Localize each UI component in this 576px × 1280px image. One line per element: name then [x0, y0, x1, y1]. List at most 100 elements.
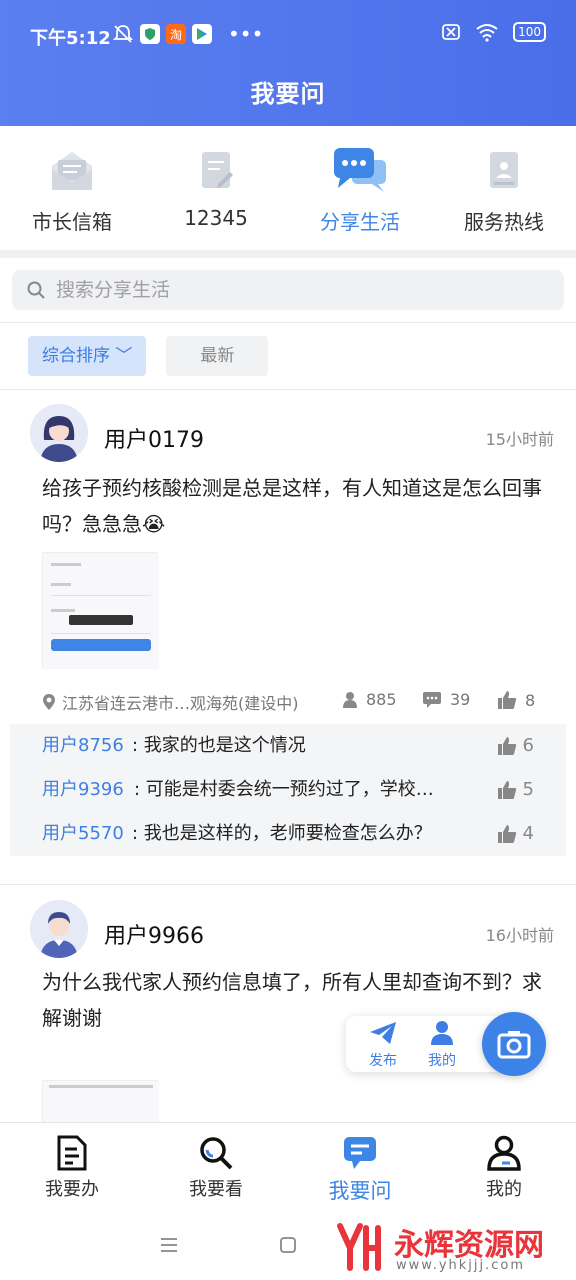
comment-username[interactable]: 用户5570 [42, 812, 124, 856]
post-image[interactable] [42, 552, 159, 669]
mute-bell-icon [112, 25, 134, 43]
comment-count-value: 39 [450, 690, 471, 709]
mine-button[interactable]: 我的 [428, 1020, 456, 1070]
search-icon [200, 1137, 233, 1170]
thumbs-up-icon [497, 737, 516, 755]
avatar[interactable] [30, 404, 88, 462]
tab-label: 服务热线 [464, 210, 544, 234]
post-card[interactable]: 用户9966 16小时前 为什么我代家人预约信息填了，所有人里却查询不到？求解谢… [0, 886, 576, 1122]
post-card[interactable]: 用户0179 15小时前 给孩子预约核酸检测是总是这样，有人知道这是怎么回事吗？… [0, 390, 576, 860]
status-time: 下午5:12 [30, 28, 111, 49]
divider [0, 322, 576, 323]
nav-label: 我的 [486, 1179, 522, 1200]
menu-icon[interactable] [160, 1236, 178, 1254]
mine-label: 我的 [428, 1053, 456, 1069]
battery-indicator: 100 [513, 22, 546, 42]
sort-comprehensive-button[interactable]: 综合排序 ﹀ [28, 336, 147, 376]
search-bar[interactable] [12, 270, 564, 310]
comment-row[interactable]: 用户5570 : 我也是这样的，老师要检查怎么办？ 4 [10, 812, 566, 856]
camera-icon [497, 1031, 531, 1059]
document-icon [57, 1135, 87, 1171]
tab-label: 市长信箱 [32, 210, 112, 234]
tab-label: 分享生活 [320, 210, 400, 234]
comment-like-count: 6 [522, 735, 534, 756]
view-count: 885 [342, 690, 397, 709]
view-count-value: 885 [366, 690, 397, 709]
notification-icons: 淘 ••• [112, 22, 263, 46]
nav-label: 我要看 [189, 1179, 243, 1200]
search-icon [27, 281, 45, 299]
comment-username[interactable]: 用户9396 [42, 768, 124, 812]
like-count: 8 [525, 690, 536, 710]
comment-like-count: 5 [522, 779, 534, 800]
watermark-url: www.yhkjjj.com [396, 1258, 526, 1273]
comment-like-button[interactable]: 5 [497, 768, 534, 812]
more-dots-icon: ••• [228, 22, 264, 46]
sort-options: 综合排序 ﹀ 最新 [28, 336, 269, 376]
tab-service-hotline[interactable]: 服务热线 [432, 126, 576, 250]
avatar[interactable] [30, 900, 88, 958]
play-store-icon [192, 24, 212, 44]
nav-mine[interactable]: 我的 [432, 1123, 576, 1212]
shield-app-icon [140, 24, 160, 44]
thumbs-up-icon [498, 691, 517, 709]
comment-like-button[interactable]: 6 [497, 724, 534, 768]
tab-12345[interactable]: 12345 [144, 126, 288, 250]
nav-view[interactable]: 我要看 [144, 1123, 288, 1212]
nav-label: 我要问 [328, 1179, 392, 1203]
comment-username[interactable]: 用户8756 [42, 724, 124, 768]
tab-mayor-mailbox[interactable]: 市长信箱 [0, 126, 144, 250]
comment-like-button[interactable]: 4 [497, 812, 534, 856]
app-header: 下午5:12 淘 ••• 100 我要问 [0, 0, 576, 126]
tab-share-life[interactable]: 分享生活 [288, 126, 432, 250]
post-location[interactable]: 江苏省连云港市…观海苑(建设中) [42, 690, 299, 714]
home-icon[interactable] [279, 1236, 297, 1254]
comment-row[interactable]: 用户8756 : 我家的也是这个情况 6 [10, 724, 566, 768]
paper-plane-icon [370, 1022, 396, 1044]
screenshot-thumbnail [43, 553, 159, 669]
post-image[interactable] [42, 1080, 159, 1122]
sim-off-icon [442, 24, 460, 40]
taobao-app-icon: 淘 [166, 24, 186, 44]
bottom-navigation: 我要办 我要看 我要问 我的 [0, 1122, 576, 1212]
post-username[interactable]: 用户0179 [104, 422, 204, 454]
mail-icon [52, 152, 92, 190]
post-meta: 江苏省连云港市…观海苑(建设中) 885 39 8 [42, 690, 542, 714]
camera-button[interactable] [482, 1012, 546, 1076]
divider [0, 884, 576, 885]
post-username[interactable]: 用户9966 [104, 918, 204, 950]
person-icon [487, 1135, 521, 1171]
user-female-avatar-icon [30, 404, 88, 462]
comment-row[interactable]: 用户9396 : 可能是村委会统一预约过了，学校… 5 [10, 768, 566, 812]
thumbs-up-icon [497, 825, 516, 843]
location-pin-icon [43, 694, 55, 710]
document-edit-icon [202, 152, 233, 188]
watermark-logo: 永辉资源网 www.yhkjjj.com [336, 1220, 568, 1276]
comment-list: 用户8756 : 我家的也是这个情况 6 用户9396 : 可能是村委会统一预约… [10, 724, 566, 856]
comment-text: : 我家的也是这个情况 [132, 735, 306, 756]
sort-latest-button[interactable]: 最新 [166, 336, 269, 376]
chat-icon [344, 1137, 376, 1169]
wifi-icon [476, 24, 498, 42]
like-button[interactable]: 8 [497, 690, 535, 710]
status-bar: 下午5:12 淘 ••• 100 [0, 18, 576, 54]
thumbs-up-icon [497, 781, 516, 799]
publish-button[interactable]: 发布 [368, 1020, 398, 1070]
section-divider [0, 250, 576, 258]
status-right-icons: 100 [441, 22, 546, 42]
nav-ask[interactable]: 我要问 [288, 1123, 432, 1212]
tab-label: 12345 [184, 206, 248, 230]
person-icon [343, 691, 357, 708]
chevron-down-icon: ﹀ [110, 346, 133, 366]
post-time: 15小时前 [485, 430, 554, 449]
sort-label: 综合排序 [42, 346, 110, 366]
category-tabs: 市长信箱 12345 分享生活 服务热线 [0, 126, 576, 250]
nav-do[interactable]: 我要办 [0, 1123, 144, 1212]
publish-label: 发布 [369, 1053, 397, 1069]
comment-count[interactable]: 39 [422, 690, 470, 709]
person-icon [431, 1021, 453, 1045]
search-input[interactable] [56, 279, 536, 301]
post-text[interactable]: 给孩子预约核酸检测是总是这样，有人知道这是怎么回事吗？急急急😭 [42, 470, 542, 542]
location-text: 江苏省连云港市…观海苑(建设中) [62, 694, 299, 713]
chat-bubbles-icon [334, 148, 386, 192]
